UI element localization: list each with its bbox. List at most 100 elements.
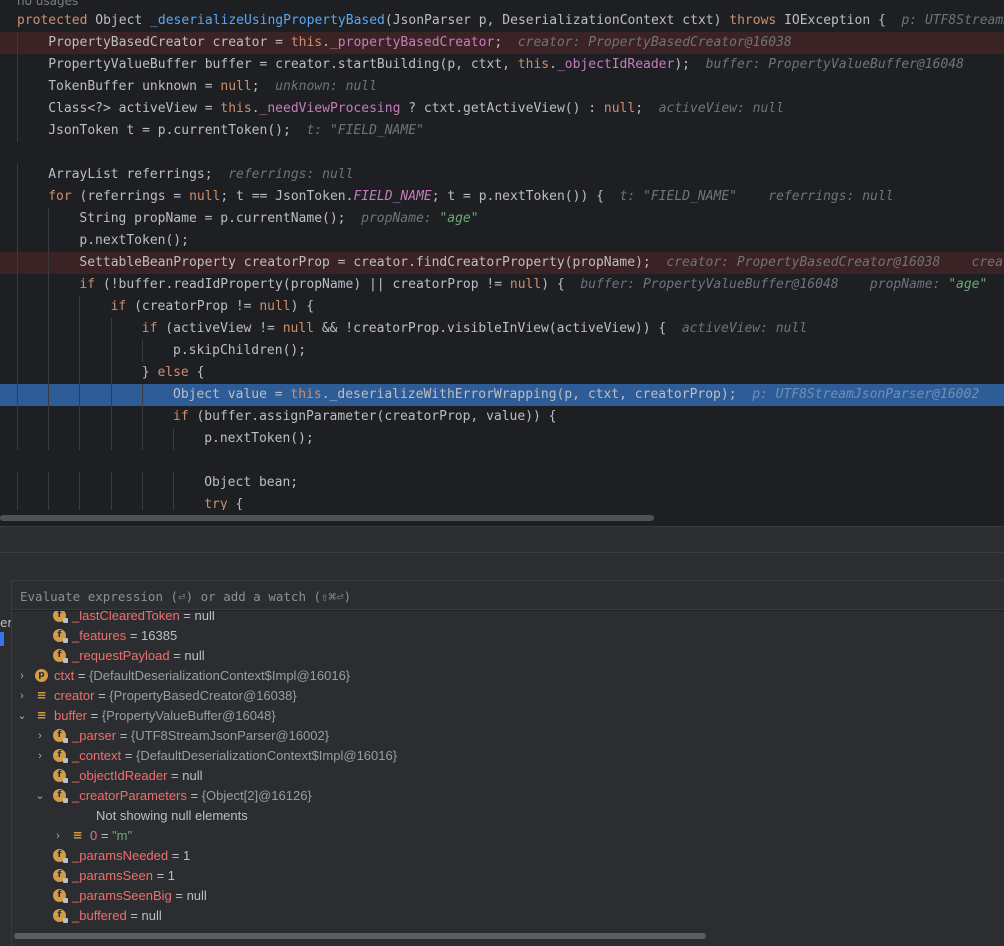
code-line[interactable]: String propName = p.currentName(); propN… (0, 208, 1004, 230)
equals-sign: = (167, 768, 183, 783)
indent-guide (48, 274, 50, 296)
variables-tree[interactable]: f _lastClearedToken = null f _features = 16… (12, 611, 1004, 927)
indent-guide (141, 406, 143, 428)
variable-row[interactable]: ⌄ f _creatorParameters = {Object[2]@16126} (12, 786, 1004, 806)
code-token: null (189, 189, 221, 204)
code-token: PropertyBasedCreator creator = (48, 35, 291, 50)
variable-name: _context (72, 748, 122, 763)
code-line[interactable]: p.skipChildren(); (0, 340, 1004, 362)
expand-chevron-icon[interactable]: › (16, 686, 28, 706)
variable-row[interactable]: f _requestPayload = null (12, 646, 1004, 666)
editor-scroll-thumb[interactable] (0, 515, 654, 521)
code-line[interactable]: for (referrings = null; t == JsonToken.F… (0, 186, 1004, 208)
collapse-chevron-icon[interactable]: ⌄ (34, 786, 46, 806)
evaluate-expression-input[interactable] (18, 581, 1002, 611)
variable-row[interactable]: f _paramsNeeded = 1 (12, 846, 1004, 866)
variable-name-group: creator = {PropertyBasedCreator@16038} (54, 686, 297, 706)
field-icon: f (53, 849, 68, 863)
equals-sign: = (169, 648, 185, 663)
code-line[interactable]: Class<?> activeView = this._needViewProc… (0, 98, 1004, 120)
indent-guide (79, 384, 81, 406)
variable-name: _paramsSeen (72, 868, 153, 883)
variables-horizontal-scrollbar[interactable] (12, 927, 1004, 946)
code-line[interactable]: PropertyValueBuffer buffer = creator.sta… (0, 54, 1004, 76)
code-token: (creatorProp != (134, 299, 260, 314)
code-line[interactable]: if (activeView != null && !creatorProp.v… (0, 318, 1004, 340)
indent-guide (17, 340, 18, 362)
variable-row[interactable]: f _lastClearedToken = null (12, 611, 1004, 626)
variable-row[interactable]: f _paramsSeen = 1 (12, 866, 1004, 886)
expand-chevron-icon[interactable]: › (52, 826, 64, 846)
expand-chevron-icon[interactable]: › (34, 746, 46, 766)
expand-chevron-icon[interactable]: › (34, 726, 46, 746)
code-line[interactable]: p.nextToken(); (0, 230, 1004, 252)
editor-horizontal-scrollbar[interactable] (0, 510, 1004, 526)
variable-row[interactable]: f _buffered = null (12, 906, 1004, 926)
code-token: (referrings = (79, 189, 190, 204)
field-icon: f (53, 769, 68, 783)
variable-value: 16385 (141, 628, 178, 643)
variable-row[interactable]: › ≡ creator = {PropertyBasedCreator@16038} (12, 686, 1004, 706)
indent-guide (141, 494, 143, 510)
code-token: ArrayList referrings; (48, 167, 229, 182)
variable-row[interactable]: › f _parser = {UTF8StreamJsonParser@16002} (12, 726, 1004, 746)
field-icon: f (53, 611, 68, 623)
field-icon: f (53, 869, 68, 883)
code-line[interactable]: protected Object _deserializeUsingProper… (0, 10, 1004, 32)
code-line[interactable]: if (!buffer.readIdProperty(propName) || … (0, 274, 1004, 296)
code-token: FIELD_NAME (353, 189, 432, 204)
variable-row[interactable]: › p ctxt = {DefaultDeserializationContext$… (12, 666, 1004, 686)
code-token: for (48, 189, 80, 204)
indent-guide (17, 274, 18, 296)
code-token: null (603, 101, 636, 116)
code-line[interactable]: Object bean; (0, 472, 1004, 494)
code-text: JsonToken t = p.currentToken(); t: "FIEL… (48, 120, 424, 142)
code-token: null (259, 299, 291, 314)
expand-chevron-icon[interactable]: › (16, 666, 28, 686)
variable-row[interactable]: › ≡ 0 = "m" (12, 826, 1004, 846)
indent-guide (48, 362, 50, 384)
inline-value-hint: t: "FIELD_NAME" (306, 123, 424, 138)
variable-row[interactable]: ⌄ ≡ buffer = {PropertyValueBuffer@16048} (12, 706, 1004, 726)
indent-guide (17, 230, 18, 252)
code-line[interactable]: ArrayList referrings; referrings: null (0, 164, 1004, 186)
indent-guide (79, 318, 81, 340)
variable-name-group: _lastClearedToken = null (72, 611, 215, 626)
breakpoint-line[interactable]: PropertyBasedCreator creator = this._pro… (0, 32, 1004, 54)
code-line[interactable]: JsonToken t = p.currentToken(); t: "FIEL… (0, 120, 1004, 142)
code-line[interactable]: try { (0, 494, 1004, 510)
variable-row[interactable]: f _features = 16385 (12, 626, 1004, 646)
code-token: . (251, 101, 260, 116)
code-text: if (!buffer.readIdProperty(propName) || … (79, 274, 987, 296)
code-token: (JsonParser p, DeserializationContext ct… (384, 13, 730, 28)
indent-guide (17, 296, 18, 318)
indent-guide (48, 494, 50, 510)
code-token: IOException { (784, 13, 902, 28)
usages-hint: no usages (17, 0, 79, 8)
variable-row[interactable]: › f _context = {DefaultDeserializationCont… (12, 746, 1004, 766)
indent-guide (17, 76, 18, 98)
code-line[interactable]: TokenBuffer unknown = null; unknown: nul… (0, 76, 1004, 98)
code-line[interactable]: if (creatorProp != null) { (0, 296, 1004, 318)
collapse-chevron-icon[interactable]: ⌄ (16, 706, 28, 726)
code-text: TokenBuffer unknown = null; unknown: nul… (48, 76, 377, 98)
code-line[interactable]: if (buffer.assignParameter(creatorProp, … (0, 406, 1004, 428)
code-line[interactable]: p.nextToken(); (0, 428, 1004, 450)
debug-tab-bar (0, 552, 1004, 581)
indent-guide (48, 428, 50, 450)
variable-row[interactable]: f _paramsSeenBig = null (12, 886, 1004, 906)
code-line[interactable]: } else { (0, 362, 1004, 384)
variables-scroll-thumb[interactable] (14, 933, 706, 939)
indent-guide (17, 406, 18, 428)
code-text: PropertyBasedCreator creator = this._pro… (48, 32, 792, 54)
code-line[interactable] (0, 450, 1004, 472)
code-editor[interactable]: no usages protected Object _deserializeU… (0, 0, 1004, 510)
breakpoint-line[interactable]: SettableBeanProperty creatorProp = creat… (0, 252, 1004, 274)
variable-name: buffer (54, 708, 88, 723)
variable-row[interactable]: f _objectIdReader = null (12, 766, 1004, 786)
code-line[interactable] (0, 142, 1004, 164)
execution-point-line[interactable]: Object value = this._deserializeWithErro… (0, 384, 1004, 406)
code-token: Object value = (173, 387, 291, 402)
code-token: Class<?> activeView = (48, 101, 221, 116)
variable-name-group: _paramsSeenBig = null (72, 886, 207, 906)
